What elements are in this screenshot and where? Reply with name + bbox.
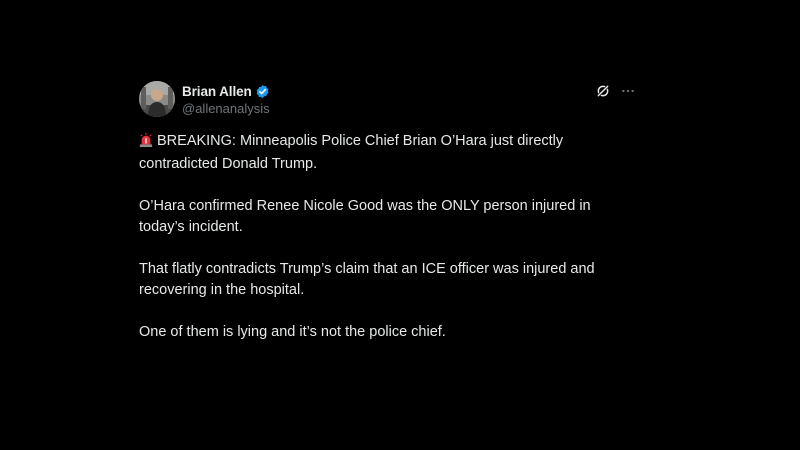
post-paragraph: BREAKING: Minneapolis Police Chief Brian… bbox=[139, 131, 639, 175]
avatar[interactable] bbox=[139, 81, 175, 117]
verified-badge-icon[interactable] bbox=[255, 84, 270, 99]
name-row: Brian Allen bbox=[182, 82, 270, 100]
post-header: Brian Allen @allenanalysis bbox=[139, 81, 639, 119]
siren-emoji-icon bbox=[139, 133, 153, 154]
post-paragraph: O’Hara confirmed Renee Nicole Good was t… bbox=[139, 198, 591, 235]
author-display-name[interactable]: Brian Allen bbox=[182, 84, 252, 99]
post: Brian Allen @allenanalysis BREAKING: Min… bbox=[139, 81, 639, 364]
post-paragraph-text: BREAKING: Minneapolis Police Chief Brian… bbox=[139, 133, 564, 172]
post-paragraph: That flatly contradicts Trump’s claim th… bbox=[139, 261, 595, 298]
post-text: BREAKING: Minneapolis Police Chief Brian… bbox=[139, 131, 639, 343]
more-icon[interactable] bbox=[621, 84, 635, 103]
author-handle[interactable]: @allenanalysis bbox=[182, 101, 270, 116]
post-paragraph: One of them is lying and it’s not the po… bbox=[139, 324, 446, 340]
author-names: Brian Allen @allenanalysis bbox=[182, 82, 270, 117]
post-actions bbox=[595, 83, 635, 104]
grok-icon[interactable] bbox=[595, 83, 611, 104]
